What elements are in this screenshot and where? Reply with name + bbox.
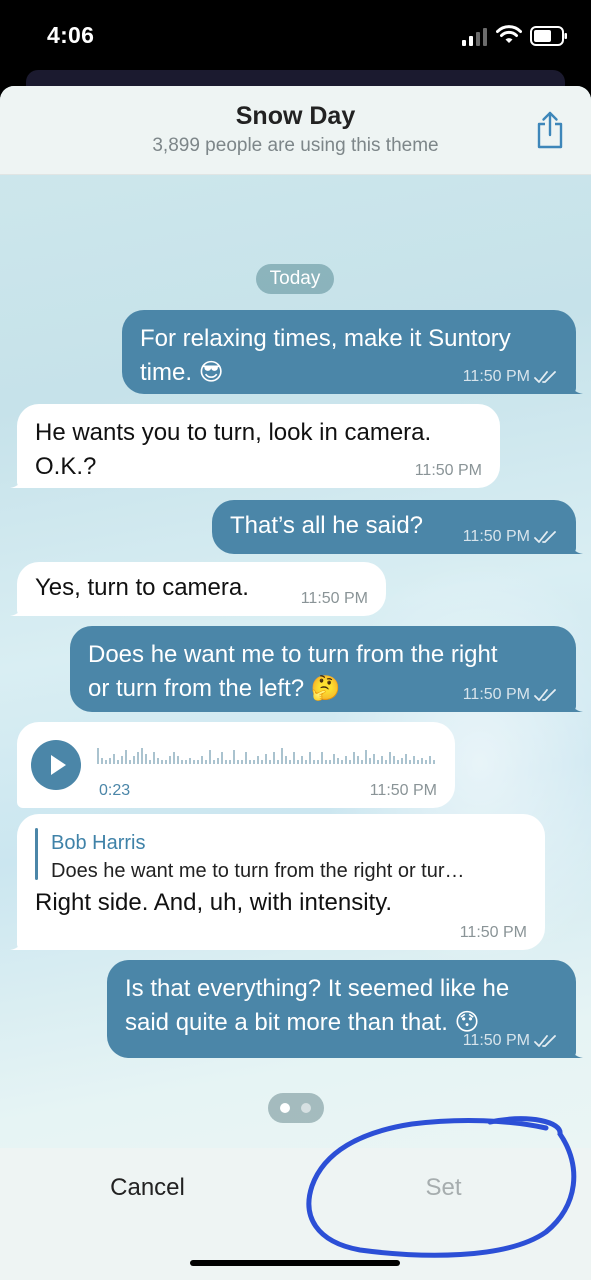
status-time: 4:06 [47,22,95,48]
time-label: 11:50 PM [462,368,530,385]
page-dot [301,1103,311,1113]
cancel-button[interactable]: Cancel [0,1148,295,1228]
sheet-header: Snow Day 3,899 people are using this the… [0,86,591,175]
message-time: 11:50 PM [301,590,368,608]
time-label: 11:50 PM [462,528,530,545]
time-label: 11:50 PM [369,782,437,799]
time-label: 11:50 PM [414,462,482,479]
incoming-reply-message[interactable]: Bob Harris Does he want me to turn from … [10,814,545,950]
page-indicator[interactable] [268,1093,324,1123]
bubble-tail [569,540,583,554]
message-text: Right side. And, uh, with intensity. [35,889,393,916]
outgoing-message[interactable]: For relaxing times, make it Suntory time… [122,310,583,394]
bubble-tail [569,698,583,712]
wifi-icon [496,25,522,43]
bubble-tail [10,474,24,488]
message-time: 11:50 PM [463,368,558,386]
double-check-icon [534,531,556,543]
bubble-tail [569,380,583,394]
date-label: Today [256,264,334,294]
message-time: 11:50 PM [460,924,527,942]
home-indicator [190,1260,400,1266]
message-time: 11:50 PM [463,1032,558,1050]
status-bar: 4:06 [0,0,591,70]
double-check-icon [534,371,556,383]
time-label: 11:50 PM [459,924,527,941]
double-check-icon [534,689,556,701]
reply-quoted-text: Does he want me to turn from the right o… [51,860,465,882]
incoming-message[interactable]: He wants you to turn, look in camera. O.… [10,404,500,488]
chat-preview: Today For relaxing times, make it Suntor… [0,174,591,1184]
theme-title: Snow Day [235,102,356,130]
waveform [97,748,435,764]
theme-subtitle: 3,899 people are using this theme [152,135,439,156]
time-label: 11:50 PM [462,1032,530,1049]
set-button[interactable]: Set [296,1148,591,1228]
page-dot-active [280,1103,290,1113]
cellular-signal-icon [462,28,487,46]
message-text: Is that everything? It seemed like he sa… [125,975,510,1036]
outgoing-message[interactable]: That’s all he said? 11:50 PM [212,500,583,554]
theme-preview-sheet: Snow Day 3,899 people are using this the… [0,86,591,1280]
play-icon [51,755,66,775]
message-time: 11:50 PM [463,528,558,546]
battery-icon [530,26,567,46]
outgoing-message[interactable]: Is that everything? It seemed like he sa… [107,960,583,1058]
double-check-icon [534,1035,556,1047]
voice-message[interactable]: 0:23 11:50 PM [17,722,455,808]
play-button[interactable] [31,740,81,790]
voice-duration: 0:23 [99,782,131,799]
outgoing-message[interactable]: Does he want me to turn from the right o… [70,626,583,712]
bubble-tail [569,1044,583,1058]
bubble-tail [10,602,24,616]
time-label: 11:50 PM [462,686,530,703]
message-time: 11:50 PM [370,782,437,800]
reply-accent-bar [35,828,38,880]
time-label: 11:50 PM [300,590,368,607]
share-icon[interactable] [533,110,567,150]
message-time: 11:50 PM [463,686,558,704]
bubble-tail [10,936,24,950]
message-time: 11:50 PM [415,462,482,480]
incoming-message[interactable]: Yes, turn to camera. 11:50 PM [10,562,386,616]
